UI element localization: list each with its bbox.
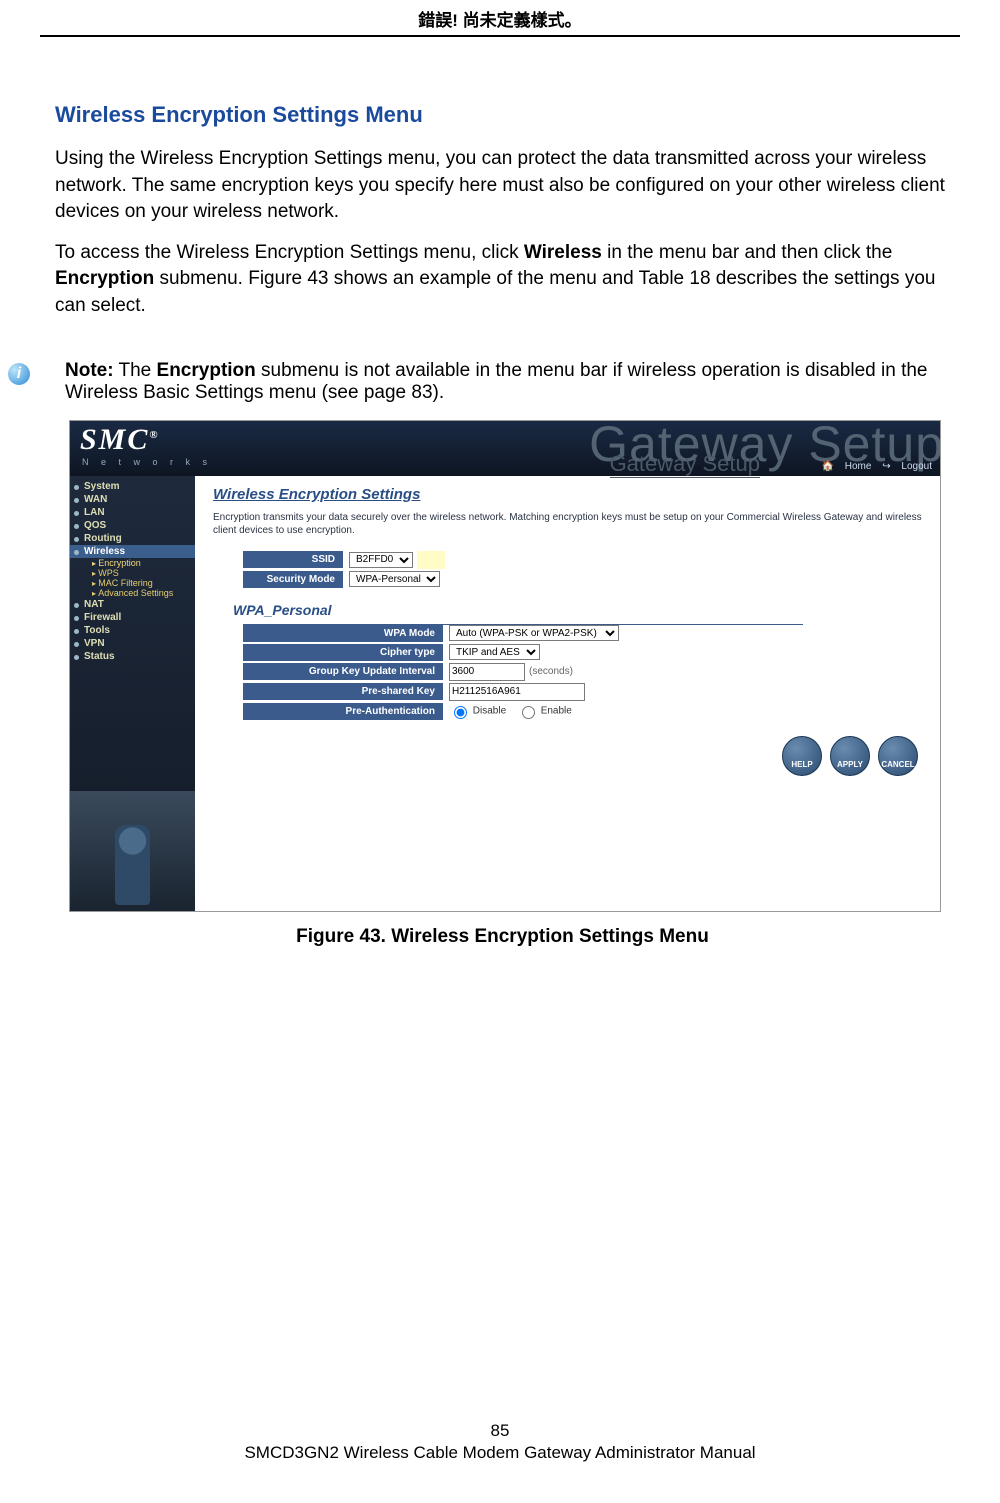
smc-logo: SMC® (80, 423, 160, 457)
top-toolbar: 🏠 Home ↪ Logout (814, 461, 932, 472)
nav-qos[interactable]: QOS (70, 519, 195, 532)
logout-link[interactable]: ↪ Logout (882, 461, 932, 472)
nav-advanced-settings[interactable]: Advanced Settings (70, 588, 195, 598)
nav-wireless[interactable]: Wireless (70, 545, 195, 558)
note-a: The (114, 360, 157, 381)
paragraph-access: To access the Wireless Encryption Settin… (55, 240, 950, 320)
sidebar-decorative-image (70, 791, 195, 911)
sidebar-nav: System WAN LAN QOS Routing Wireless Encr… (70, 476, 195, 911)
page-body: Wireless Encryption Settings Menu Using … (0, 37, 1000, 948)
note-block: i Note: The Encryption submenu is not av… (55, 360, 950, 404)
main-panel: Wireless Encryption Settings Encryption … (195, 476, 940, 911)
nav-wps[interactable]: WPS (70, 568, 195, 578)
action-buttons: HELP APPLY CANCEL (782, 736, 918, 776)
para2-c: in the menu bar and then click the (602, 242, 892, 263)
group-key-unit: (seconds) (529, 666, 573, 677)
label-group-key: Group Key Update Interval (243, 663, 443, 680)
row-psk: Pre-shared Key (243, 683, 803, 701)
apply-button[interactable]: APPLY (830, 736, 870, 776)
wpa-mode-select[interactable]: Auto (WPA-PSK or WPA2-PSK) (449, 625, 619, 641)
preauth-enable[interactable]: Enable (517, 703, 572, 719)
cancel-button[interactable]: CANCEL (878, 736, 918, 776)
note-bold: Encryption (157, 360, 256, 381)
label-cipher: Cipher type (243, 644, 443, 661)
preauth-disable-radio[interactable] (454, 706, 467, 719)
section-title: Wireless Encryption Settings Menu (55, 102, 950, 128)
note-text: Note: The Encryption submenu is not avai… (65, 360, 950, 404)
label-psk: Pre-shared Key (243, 683, 443, 700)
nav-routing[interactable]: Routing (70, 532, 195, 545)
paragraph-intro: Using the Wireless Encryption Settings m… (55, 146, 950, 226)
nav-encryption[interactable]: Encryption (70, 558, 195, 568)
label-ssid: SSID (243, 551, 343, 568)
nav-status[interactable]: Status (70, 650, 195, 663)
wpa-settings-block: WPA Mode Auto (WPA-PSK or WPA2-PSK) Ciph… (243, 624, 803, 720)
info-icon: i (8, 363, 30, 385)
cipher-select[interactable]: TKIP and AES (449, 644, 540, 660)
para2-bold-wireless: Wireless (524, 242, 602, 263)
person-silhouette (115, 825, 150, 905)
nav-mac-filtering[interactable]: MAC Filtering (70, 578, 195, 588)
row-ssid: SSID B2FFD0 (213, 551, 922, 569)
smc-logo-sub: N e t w o r k s (82, 457, 212, 467)
page-header-error: 錯誤! 尚未定義樣式。 (0, 0, 1000, 35)
ssid-select[interactable]: B2FFD0 (349, 552, 413, 568)
para2-a: To access the Wireless Encryption Settin… (55, 242, 524, 263)
security-mode-select[interactable]: WPA-Personal (349, 571, 440, 587)
row-security-mode: Security Mode WPA-Personal (213, 571, 922, 588)
page-number: 85 (0, 1421, 1000, 1441)
para2-bold-encryption: Encryption (55, 268, 154, 289)
psk-input[interactable] (449, 683, 585, 701)
nav-tools[interactable]: Tools (70, 624, 195, 637)
manual-title: SMCD3GN2 Wireless Cable Modem Gateway Ad… (0, 1443, 1000, 1463)
label-security-mode: Security Mode (243, 571, 343, 588)
row-preauth: Pre-Authentication Disable Enable (243, 703, 803, 720)
row-group-key: Group Key Update Interval (seconds) (243, 663, 803, 681)
page-footer: 85 SMCD3GN2 Wireless Cable Modem Gateway… (0, 1421, 1000, 1463)
highlight-icon (417, 551, 445, 569)
ss-topbar: SMC® N e t w o r k s Gateway Setup Gatew… (70, 421, 940, 476)
wpa-personal-subhead: WPA_Personal (233, 602, 922, 618)
gateway-setup-label: Gateway Setup (610, 451, 760, 478)
nav-vpn[interactable]: VPN (70, 637, 195, 650)
group-key-input[interactable] (449, 663, 525, 681)
nav-lan[interactable]: LAN (70, 506, 195, 519)
label-wpa-mode: WPA Mode (243, 625, 443, 642)
preauth-disable[interactable]: Disable (449, 703, 506, 719)
home-link[interactable]: 🏠 Home (822, 461, 872, 472)
help-button[interactable]: HELP (782, 736, 822, 776)
nav-wan[interactable]: WAN (70, 493, 195, 506)
panel-intro: Encryption transmits your data securely … (213, 511, 922, 537)
para2-e: submenu. Figure 43 shows an example of t… (55, 268, 935, 316)
note-label: Note: (65, 360, 114, 381)
row-cipher: Cipher type TKIP and AES (243, 644, 803, 661)
row-wpa-mode: WPA Mode Auto (WPA-PSK or WPA2-PSK) (243, 625, 803, 642)
embedded-screenshot: SMC® N e t w o r k s Gateway Setup Gatew… (69, 420, 941, 912)
panel-title: Wireless Encryption Settings (213, 486, 922, 503)
figure-caption: Figure 43. Wireless Encryption Settings … (55, 926, 950, 948)
nav-nat[interactable]: NAT (70, 598, 195, 611)
preauth-enable-radio[interactable] (522, 706, 535, 719)
nav-firewall[interactable]: Firewall (70, 611, 195, 624)
label-preauth: Pre-Authentication (243, 703, 443, 720)
nav-system[interactable]: System (70, 480, 195, 493)
